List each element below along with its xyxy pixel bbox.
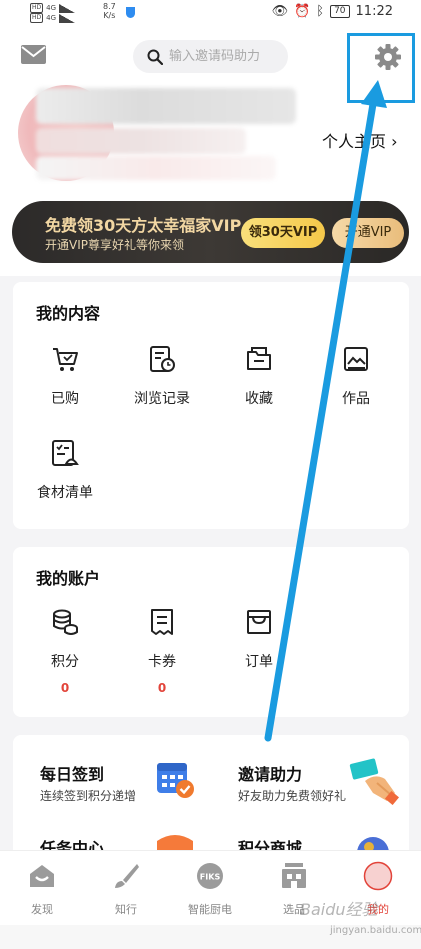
tab-zhixing[interactable]: 知行 — [84, 861, 168, 917]
network-speed: 8.7 K/s — [103, 2, 116, 20]
coins-icon — [53, 609, 78, 635]
signal-label-2: 4G — [46, 14, 57, 22]
avatar-tab-icon — [363, 861, 393, 891]
ingredients-list-item[interactable]: 食材清单 — [17, 438, 113, 502]
tab-discover[interactable]: 发现 — [0, 861, 84, 917]
brush-icon — [115, 864, 139, 888]
search-icon — [147, 49, 163, 65]
status-right: 👁 ⏰ ᛒ 70 11:22 — [272, 4, 393, 19]
daily-checkin-subtitle: 连续签到积分递增 — [40, 789, 137, 803]
clock: 11:22 — [355, 4, 393, 19]
user-stats-blurred — [36, 156, 276, 180]
invite-code-search[interactable] — [133, 40, 288, 73]
hd-badge-2: HD — [30, 13, 44, 23]
image-icon — [344, 347, 368, 371]
checklist-icon — [52, 440, 79, 466]
tab-discover-label: 发现 — [31, 903, 53, 916]
favorites-item[interactable]: 收藏 — [211, 344, 307, 408]
signal-bars-icon — [59, 13, 76, 23]
user-info-blurred — [36, 128, 246, 154]
coupon-icon — [151, 609, 173, 635]
search-input[interactable] — [169, 49, 279, 64]
status-bar: HD 4G HD 4G 8.7 K/s 👁 ⏰ ᛒ 70 11:22 — [0, 0, 421, 26]
tab-zhixing-label: 知行 — [115, 903, 137, 916]
my-account-card: 我的账户 积分 0 卡券 0 订单 — [13, 547, 409, 717]
profile-homepage-link[interactable]: 个人主页 › — [322, 128, 398, 152]
vip-title: 免费领30天方太幸福家VIP — [45, 216, 242, 235]
cart-icon — [53, 348, 78, 371]
fiks-text: FIKS — [200, 873, 221, 882]
hd-badge-1: HD — [30, 3, 44, 13]
daily-checkin-title[interactable]: 每日签到 — [40, 761, 104, 785]
history-icon — [150, 346, 175, 372]
ingredients-list-label: 食材清单 — [37, 485, 93, 501]
coupons-item[interactable]: 卡券 0 — [114, 607, 210, 695]
my-content-card: 我的内容 已购 浏览记录 收藏 作品 食材清单 — [13, 282, 409, 529]
invite-assist-subtitle: 好友助力免费领好礼 — [238, 789, 347, 803]
my-account-title: 我的账户 — [36, 569, 101, 588]
calendar-icon[interactable] — [153, 757, 197, 801]
shield-icon — [126, 7, 135, 18]
tab-smart-appliances[interactable]: FIKS 智能厨电 — [168, 861, 252, 917]
signal-label-1: 4G — [46, 4, 57, 12]
eye-icon: 👁 — [271, 4, 289, 19]
orders-item[interactable]: 订单 — [211, 607, 307, 671]
alarm-icon: ⏰ — [294, 4, 311, 19]
purchased-item[interactable]: 已购 — [17, 344, 113, 408]
vip-banner[interactable]: 免费领30天方太幸福家VIP 开通VIP尊享好礼等你来领 领30天VIP 开通V… — [12, 201, 409, 263]
coupons-count: 0 — [157, 681, 167, 695]
open-vip-button[interactable]: 开通VIP — [332, 218, 404, 248]
claim-vip-button[interactable]: 领30天VIP — [241, 218, 325, 248]
works-label: 作品 — [342, 391, 370, 407]
signal-bars-icon — [59, 3, 76, 13]
orders-label: 订单 — [245, 654, 273, 670]
discover-icon — [30, 865, 54, 887]
points-count: 0 — [60, 681, 70, 695]
network-speed-value: 8.7 — [103, 2, 116, 11]
vip-subtitle: 开通VIP尊享好礼等你来领 — [45, 238, 184, 252]
tab-smart-appliances-label: 智能厨电 — [188, 903, 232, 916]
network-speed-unit: K/s — [103, 11, 116, 20]
username-blurred — [36, 88, 296, 124]
battery-icon: 70 — [330, 5, 350, 18]
history-item[interactable]: 浏览记录 — [114, 344, 210, 408]
history-label: 浏览记录 — [134, 391, 190, 407]
coupons-label: 卡券 — [148, 654, 176, 670]
folder-icon — [247, 347, 271, 370]
settings-highlight-box — [347, 33, 415, 103]
my-content-title: 我的内容 — [36, 304, 101, 323]
signal-indicators: HD 4G HD 4G — [30, 3, 76, 23]
works-item[interactable]: 作品 — [308, 344, 404, 408]
purchased-label: 已购 — [51, 391, 79, 407]
points-label: 积分 — [51, 654, 79, 670]
shop-icon — [282, 863, 306, 888]
watermark-url: jingyan.baidu.com — [330, 925, 421, 936]
invite-hand-icon[interactable] — [347, 753, 399, 805]
favorites-label: 收藏 — [245, 391, 273, 407]
watermark-logo: Baidu经验 — [300, 900, 378, 919]
invite-assist-title[interactable]: 邀请助力 — [238, 761, 302, 785]
points-item[interactable]: 积分 0 — [17, 607, 113, 695]
order-icon — [247, 610, 271, 634]
mail-icon[interactable] — [21, 45, 46, 64]
fiks-icon: FIKS — [197, 863, 223, 889]
bluetooth-icon: ᛒ — [316, 4, 325, 19]
